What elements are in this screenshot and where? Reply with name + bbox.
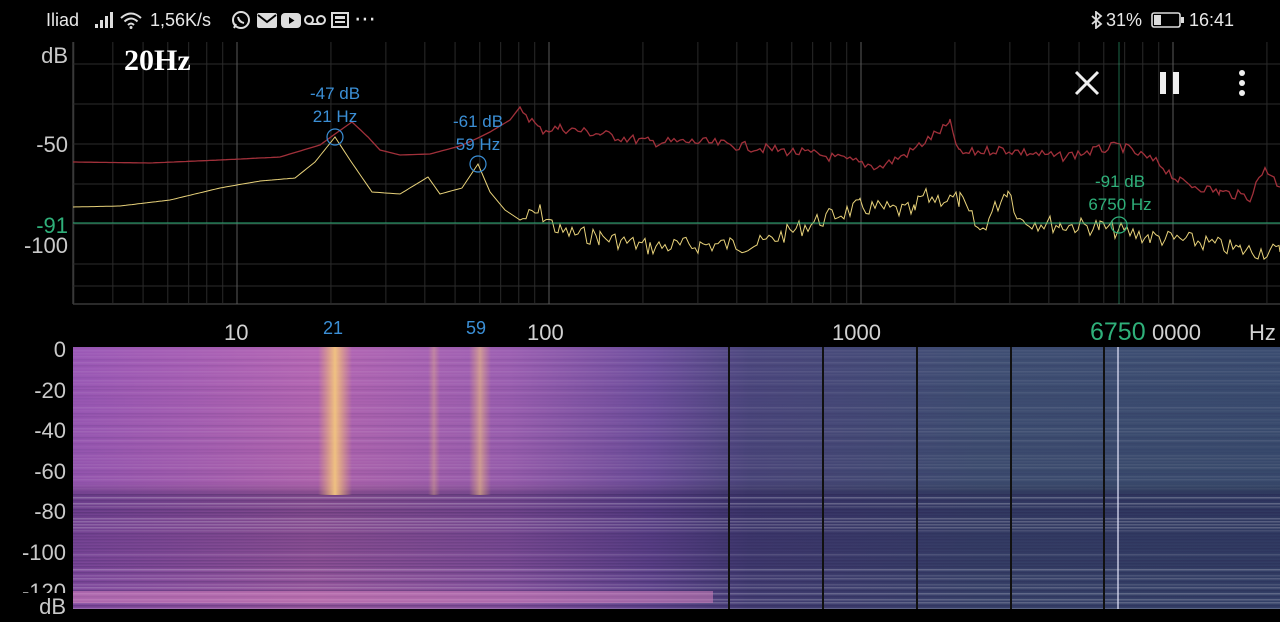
spectrogram[interactable] <box>73 347 1280 610</box>
overflow-menu-button[interactable] <box>1228 64 1256 102</box>
peak-label-6750hz: -91 dB 6750 Hz <box>1074 170 1166 216</box>
peak-hz: 6750 Hz <box>1088 195 1152 214</box>
mail-icon <box>256 11 278 29</box>
network-speed: 1,56K/s <box>150 10 212 30</box>
close-icon <box>1074 70 1100 96</box>
more-notifications-icon: ⋯ <box>354 6 376 31</box>
close-button[interactable] <box>1068 64 1106 102</box>
x-tick-label: 1000 <box>832 320 881 345</box>
spectrogram-y-tick: -120 <box>21 579 66 593</box>
frequency-readout: 20Hz <box>124 44 191 77</box>
spectrum-plot[interactable]: dB -50 -91 -100 20Hz -47 dB 21 Hz -61 dB… <box>0 42 1280 346</box>
spectrogram-image <box>73 347 1280 610</box>
peak-label-21hz: -47 dB 21 Hz <box>295 82 375 128</box>
bluetooth-icon <box>1090 11 1104 29</box>
x-cursor-label: 6750 <box>1090 318 1146 346</box>
y-axis-unit: dB <box>41 43 68 68</box>
x-tick-label: 100 <box>527 320 564 345</box>
peak-hz: 59 Hz <box>455 135 501 154</box>
spectrogram-y-tick: -20 <box>34 378 66 403</box>
y-tick-label: -100 <box>23 233 68 258</box>
more-vert-icon <box>1239 70 1245 96</box>
wifi-icon <box>118 11 144 29</box>
x-peak-tick-label: 21 <box>323 318 344 338</box>
x-tick-label: 0000 <box>1152 320 1201 345</box>
pause-icon <box>1160 72 1179 94</box>
pause-button[interactable] <box>1153 64 1187 102</box>
peak-label-59hz: -61 dB 59 Hz <box>438 110 518 156</box>
clock: 16:41 <box>1189 10 1235 30</box>
battery-percent: 31% <box>1106 10 1143 30</box>
x-axis-unit: Hz <box>1249 320 1276 345</box>
spectrogram-y-tick: 0 <box>53 337 66 362</box>
status-bar: Iliad 1,56K/s ⋯ 31% 16:41 <box>0 0 1280 42</box>
battery-icon <box>1150 11 1186 29</box>
peak-db: -91 dB <box>1094 172 1146 191</box>
news-icon <box>330 11 350 29</box>
spectrogram-y-tick: -60 <box>34 459 66 484</box>
y-tick-label: -50 <box>36 132 68 157</box>
voicemail-icon <box>304 11 326 29</box>
spectrogram-y-tick: -100 <box>21 540 66 565</box>
signal-icon <box>94 11 116 29</box>
peak-db: -61 dB <box>452 112 504 131</box>
spectrogram-y-tick: -40 <box>34 418 66 443</box>
spectrogram-y-unit: dB <box>39 594 66 619</box>
peak-hz: 21 Hz <box>312 107 358 126</box>
peak-db: -47 dB <box>309 84 361 103</box>
x-peak-tick-label: 59 <box>466 318 487 338</box>
whatsapp-icon <box>230 11 252 29</box>
x-tick-label: 10 <box>224 320 249 345</box>
carrier-name: Iliad <box>46 10 80 30</box>
youtube-icon <box>280 11 302 29</box>
spectrogram-y-tick: -80 <box>34 499 66 524</box>
